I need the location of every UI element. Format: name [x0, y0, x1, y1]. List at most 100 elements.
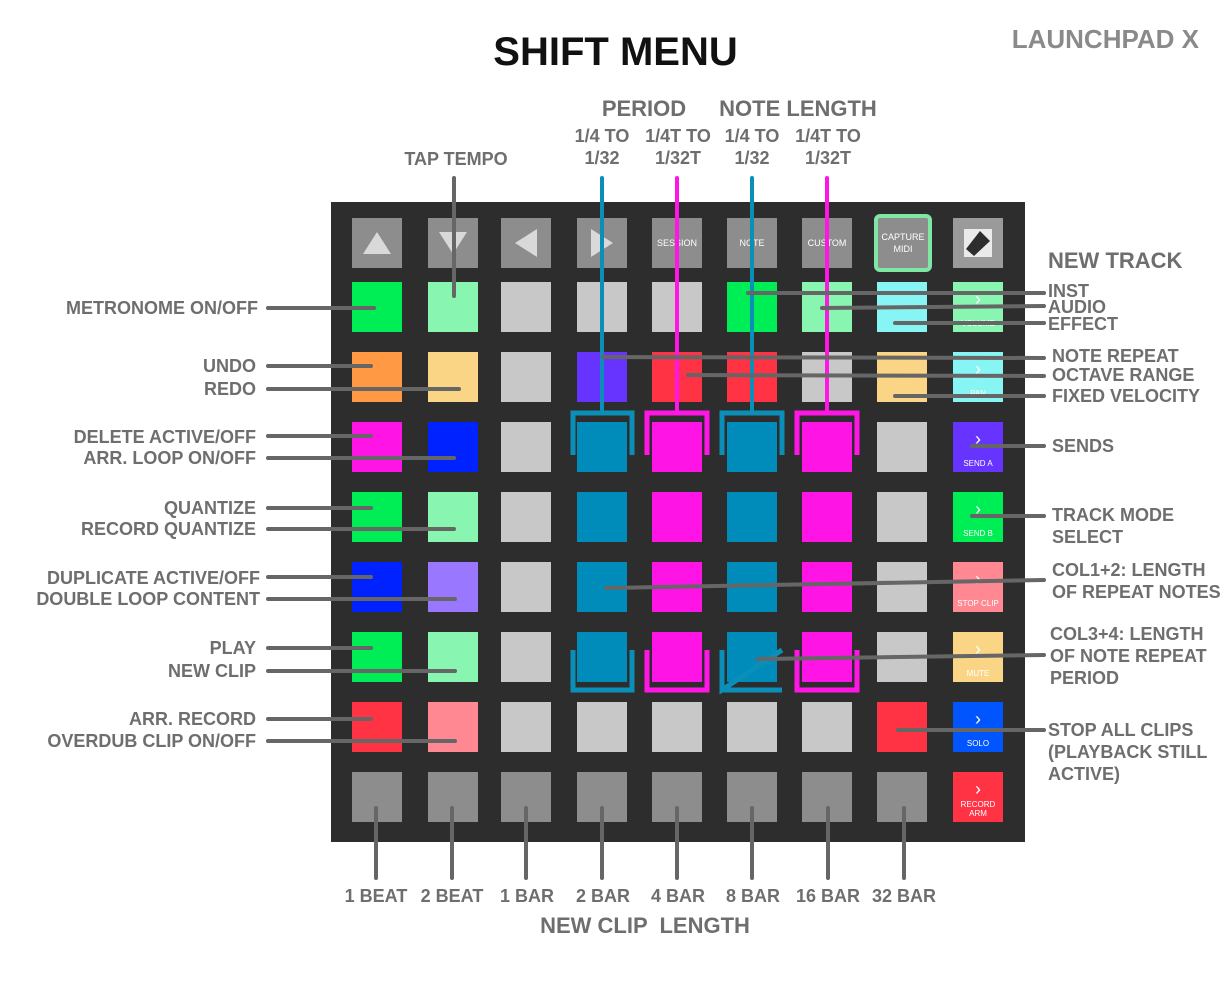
pad-r4-c3[interactable]	[501, 492, 551, 542]
pad-r1-c2[interactable]	[428, 282, 478, 332]
period-col2-range: 1/4T TO 1/32T	[645, 126, 711, 168]
scene-button-2[interactable]: › PAN	[953, 352, 1003, 402]
scene-button-label: MUTE	[966, 669, 990, 678]
label-delete: DELETE ACTIVE/OFF	[73, 427, 256, 447]
pad-r7-c7[interactable]	[802, 702, 852, 752]
novation-logo-button[interactable]	[953, 218, 1003, 268]
label-redo: REDO	[203, 379, 256, 399]
pad-r3-c7[interactable]	[802, 422, 852, 472]
pad-r8-c8[interactable]	[877, 772, 927, 822]
pad-r3-c6[interactable]	[727, 422, 777, 472]
session-button[interactable]: SESSION	[652, 218, 702, 268]
pad-r8-c4[interactable]	[577, 772, 627, 822]
arrow-up-button[interactable]	[352, 218, 402, 268]
pad-r7-c5[interactable]	[652, 702, 702, 752]
pad-r6-c5[interactable]	[652, 632, 702, 682]
scene-button-6[interactable]: › MUTE	[953, 632, 1003, 682]
scene-button-8[interactable]: › RECORD ARM	[953, 772, 1003, 822]
pad-r8-c6[interactable]	[727, 772, 777, 822]
scene-button-4[interactable]: › SEND B	[953, 492, 1003, 542]
pad-r4-c8[interactable]	[877, 492, 927, 542]
pad-r4-c1[interactable]	[352, 492, 402, 542]
pad-r2-c1[interactable]	[352, 352, 402, 402]
pad-r5-c6[interactable]	[727, 562, 777, 612]
pad-r8-c7[interactable]	[802, 772, 852, 822]
label-stop-all: STOP ALL CLIPS (PLAYBACK STILL ACTIVE)	[1048, 720, 1208, 784]
pad-r3-c8[interactable]	[877, 422, 927, 472]
bottom-label-2-bar: 2 BAR	[575, 886, 630, 906]
label-overdub: OVERDUB CLIP ON/OFF	[47, 731, 256, 751]
label-col12: COL1+2: LENGTH OF REPEAT NOTES	[1052, 560, 1221, 602]
custom-button[interactable]: CUSTOM	[802, 218, 852, 268]
pad-r6-c3[interactable]	[501, 632, 551, 682]
pad-r7-c4[interactable]	[577, 702, 627, 752]
pad-r1-c5[interactable]	[652, 282, 702, 332]
scene-button-7[interactable]: › SOLO	[953, 702, 1003, 752]
pad-r2-c4[interactable]	[577, 352, 627, 402]
pad-r2-c2[interactable]	[428, 352, 478, 402]
pad-r4-c7[interactable]	[802, 492, 852, 542]
label-arr-loop: ARR. LOOP ON/OFF	[83, 448, 256, 468]
bottom-label-1-beat: 1 BEAT	[344, 886, 408, 906]
pad-r4-c5[interactable]	[652, 492, 702, 542]
chevron-right-icon: ›	[975, 639, 981, 659]
pad-r7-c3[interactable]	[501, 702, 551, 752]
pad-r2-c5[interactable]	[652, 352, 702, 402]
scene-button-1[interactable]: › VOLUME	[953, 282, 1003, 332]
pad-r2-c7[interactable]	[802, 352, 852, 402]
note-button[interactable]: NOTE	[727, 218, 777, 268]
chevron-right-icon: ›	[975, 359, 981, 379]
label-arr-record: ARR. RECORD	[128, 709, 256, 729]
pad-r1-c1[interactable]	[352, 282, 402, 332]
scene-button-5[interactable]: › STOP CLIP	[953, 562, 1003, 612]
scene-button-label: VOLUME	[961, 319, 995, 328]
arrow-right-button[interactable]	[577, 218, 627, 268]
pad-r7-c2[interactable]	[428, 702, 478, 752]
pad-r1-c3[interactable]	[501, 282, 551, 332]
capture-midi-button[interactable]: CAPTURE MIDI	[874, 214, 932, 272]
pad-r1-c6[interactable]	[727, 282, 777, 332]
label-new-clip: NEW CLIP	[168, 661, 256, 681]
pad-r1-c4[interactable]	[577, 282, 627, 332]
pad-r1-c7[interactable]	[802, 282, 852, 332]
scene-button-3[interactable]: › SEND A	[953, 422, 1003, 472]
pad-r7-c1[interactable]	[352, 702, 402, 752]
pad-r7-c8[interactable]	[877, 702, 927, 752]
pad-r5-c8[interactable]	[877, 562, 927, 612]
pad-r2-c8[interactable]	[877, 352, 927, 402]
pad-r4-c6[interactable]	[727, 492, 777, 542]
pad-r3-c4[interactable]	[577, 422, 627, 472]
pad-r7-c6[interactable]	[727, 702, 777, 752]
pad-r6-c8[interactable]	[877, 632, 927, 682]
pad-r2-c3[interactable]	[501, 352, 551, 402]
pad-r5-c2[interactable]	[428, 562, 478, 612]
pad-r3-c3[interactable]	[501, 422, 551, 472]
pad-r1-c8[interactable]	[877, 282, 927, 332]
pad-r4-c2[interactable]	[428, 492, 478, 542]
pad-r4-c4[interactable]	[577, 492, 627, 542]
pad-r3-c5[interactable]	[652, 422, 702, 472]
pad-r5-c3[interactable]	[501, 562, 551, 612]
pad-r8-c1[interactable]	[352, 772, 402, 822]
pad-r6-c7[interactable]	[802, 632, 852, 682]
arrow-right-icon	[591, 229, 613, 257]
arrow-left-icon	[515, 229, 537, 257]
pad-r8-c3[interactable]	[501, 772, 551, 822]
pad-r6-c2[interactable]	[428, 632, 478, 682]
pad-r2-c6[interactable]	[727, 352, 777, 402]
pad-r3-c1[interactable]	[352, 422, 402, 472]
pad-r8-c5[interactable]	[652, 772, 702, 822]
pad-r3-c2[interactable]	[428, 422, 478, 472]
pad-r6-c6[interactable]	[727, 632, 777, 682]
pad-r8-c2[interactable]	[428, 772, 478, 822]
pad-r5-c4[interactable]	[577, 562, 627, 612]
bottom-title: NEW CLIP LENGTH	[540, 913, 750, 938]
arrow-left-button[interactable]	[501, 218, 551, 268]
pad-r5-c7[interactable]	[802, 562, 852, 612]
pad-r5-c5[interactable]	[652, 562, 702, 612]
pad-r6-c1[interactable]	[352, 632, 402, 682]
pad-r5-c1[interactable]	[352, 562, 402, 612]
arrow-down-button[interactable]	[428, 218, 478, 268]
chevron-right-icon: ›	[975, 709, 981, 729]
pad-r6-c4[interactable]	[577, 632, 627, 682]
